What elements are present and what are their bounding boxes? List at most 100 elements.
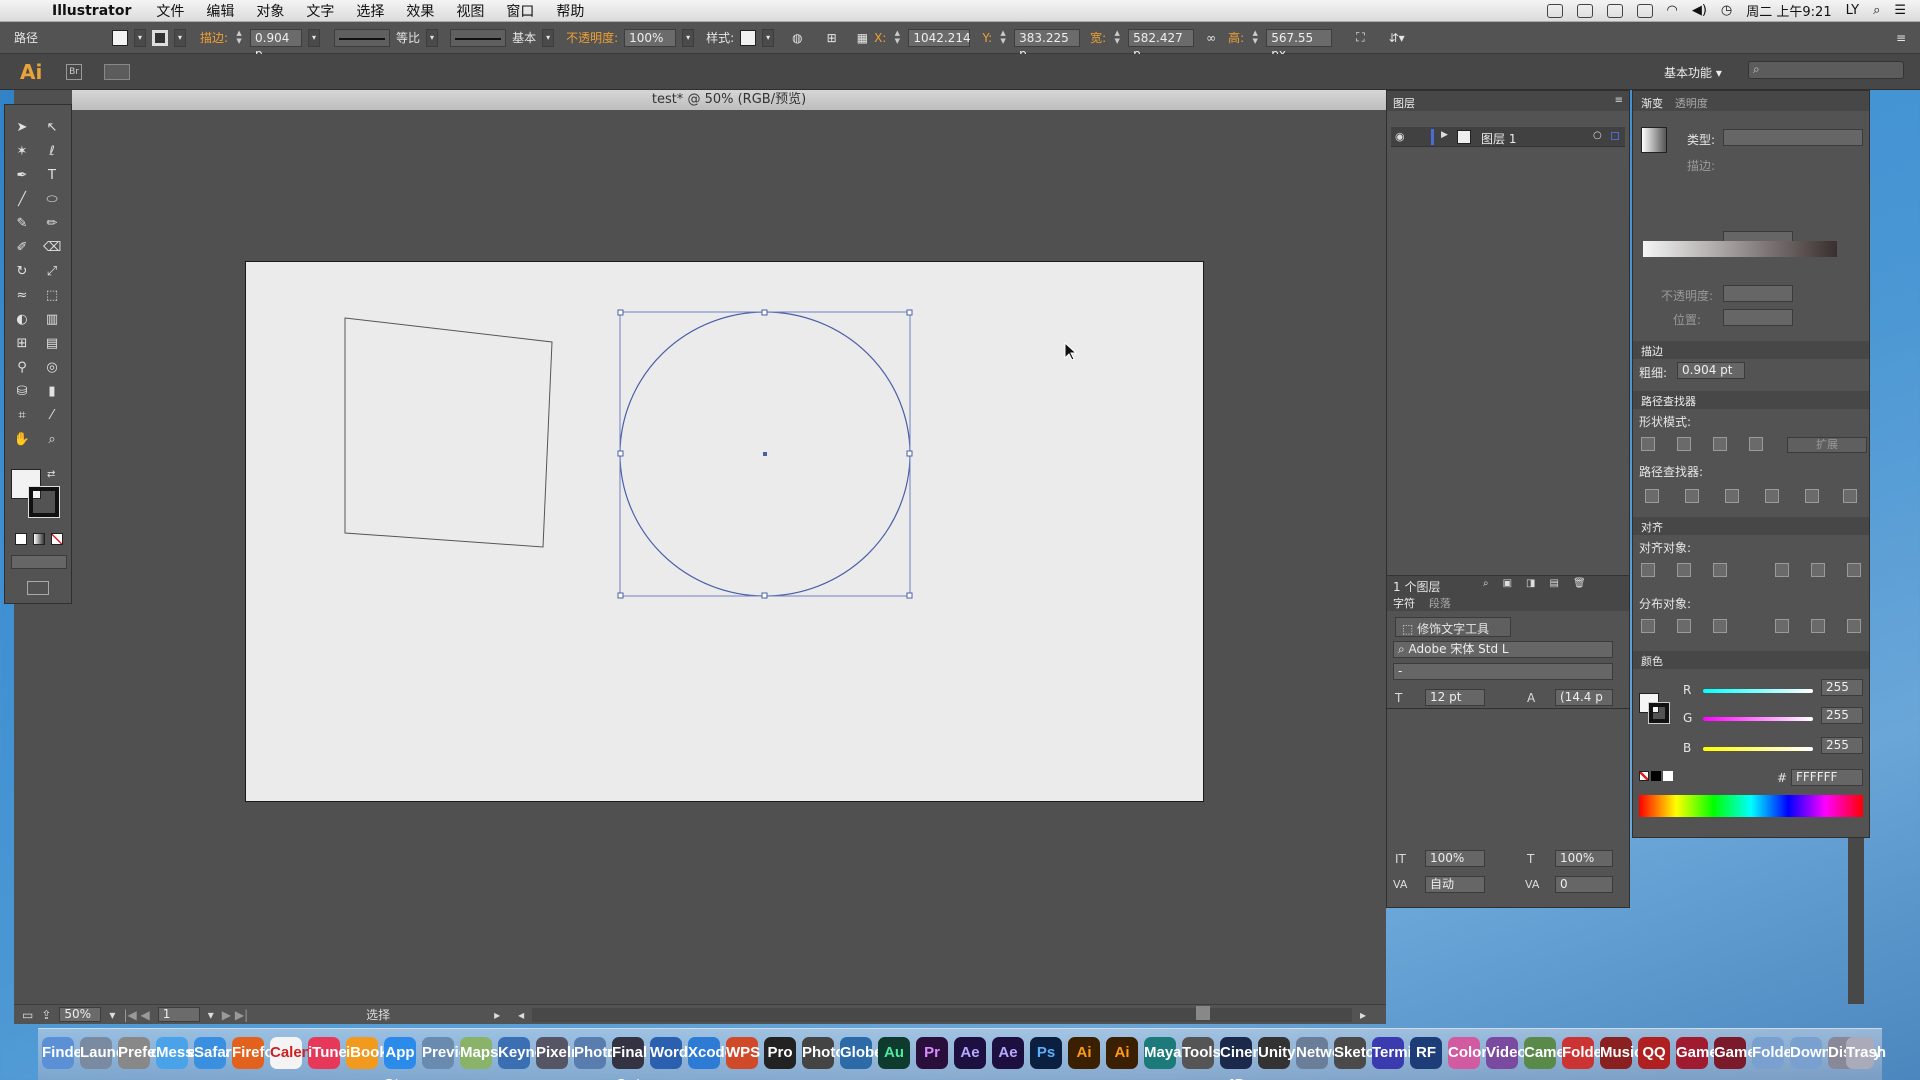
- font-style-field[interactable]: -: [1393, 663, 1613, 680]
- dock-illustrator-2-icon[interactable]: Ai: [1106, 1037, 1138, 1069]
- document-title[interactable]: test* @ 50% (RGB/预览): [72, 90, 1386, 110]
- align-vcenter-button[interactable]: [1811, 563, 1825, 577]
- screen-mode-button[interactable]: [27, 581, 49, 595]
- dock-finalcut-icon[interactable]: Final Cut: [612, 1037, 647, 1080]
- free-transform-tool[interactable]: ⬚: [43, 287, 61, 305]
- dock-word-icon[interactable]: Word: [650, 1037, 688, 1069]
- tab-align[interactable]: 对齐: [1641, 521, 1663, 534]
- none-mode-button[interactable]: [51, 533, 63, 545]
- graphic-style-swatch[interactable]: [740, 29, 757, 46]
- visibility-eye-icon[interactable]: ◉: [1395, 130, 1405, 143]
- r-slider[interactable]: [1703, 689, 1813, 693]
- gradient-position-field[interactable]: [1723, 309, 1793, 326]
- crop-button[interactable]: [1765, 489, 1779, 503]
- width-input[interactable]: 582.427 p: [1128, 28, 1195, 61]
- camera-icon[interactable]: [1546, 3, 1563, 18]
- align-bottom-button[interactable]: [1847, 563, 1861, 577]
- dock-illustrator-icon[interactable]: Ai: [1068, 1037, 1100, 1069]
- expand-button[interactable]: 扩展: [1787, 437, 1867, 453]
- distribute-hcenter-button[interactable]: [1811, 619, 1825, 633]
- outline-button[interactable]: [1805, 489, 1819, 503]
- minus-front-button[interactable]: [1677, 437, 1691, 451]
- layer-name[interactable]: 图层 1: [1481, 130, 1516, 147]
- dock-globe-icon[interactable]: Globe: [840, 1037, 883, 1069]
- y-input[interactable]: 383.225 p: [1014, 28, 1081, 61]
- minus-back-button[interactable]: [1843, 489, 1857, 503]
- unite-button[interactable]: [1641, 437, 1655, 451]
- dock-terminal-icon[interactable]: Terminal: [1372, 1037, 1433, 1069]
- help-search-input[interactable]: ⌕: [1748, 61, 1904, 79]
- tab-gradient[interactable]: 渐变: [1641, 97, 1663, 110]
- dock-preview-icon[interactable]: Preview: [422, 1037, 479, 1069]
- dock-finder-icon[interactable]: Finder: [42, 1037, 88, 1069]
- artboard-dropdown[interactable]: ▾: [208, 1008, 214, 1022]
- handle-left[interactable]: [617, 450, 624, 457]
- align-right-button[interactable]: [1713, 563, 1727, 577]
- color-mode-button[interactable]: [15, 533, 27, 545]
- first-artboard-icon[interactable]: |◀ ◀: [123, 1008, 149, 1022]
- layer-row[interactable]: ◉ ▶ 图层 1 ○: [1391, 127, 1625, 147]
- touch-type-button[interactable]: ⬚ 修饰文字工具: [1395, 617, 1511, 637]
- black-swatch[interactable]: [1651, 771, 1661, 781]
- time-machine-icon[interactable]: ◷: [1721, 3, 1732, 18]
- color-spectrum[interactable]: [1639, 795, 1863, 817]
- height-label[interactable]: 高:: [1228, 29, 1244, 46]
- dock-wps-icon[interactable]: WPS: [726, 1037, 760, 1069]
- menu-effect[interactable]: 效果: [406, 1, 434, 21]
- gradient-type-dropdown[interactable]: [1723, 129, 1863, 146]
- arrange-documents-icon[interactable]: ⇵▾: [1389, 31, 1405, 45]
- tab-paragraph[interactable]: 段落: [1429, 597, 1451, 610]
- stroke-weight-field[interactable]: 0.904 pt: [1677, 362, 1745, 379]
- panel-menu-icon[interactable]: ≡: [1615, 95, 1623, 106]
- expand-layer-icon[interactable]: ▶: [1441, 130, 1448, 140]
- bridge-button[interactable]: Br: [66, 64, 82, 80]
- dock-folder-icon[interactable]: Folder: [1562, 1037, 1608, 1069]
- selection-tool[interactable]: ➤: [13, 119, 31, 137]
- menu-file[interactable]: 文件: [156, 1, 184, 21]
- microphone-icon[interactable]: [1576, 3, 1593, 18]
- distribute-right-button[interactable]: [1847, 619, 1861, 633]
- sync-icon[interactable]: [1606, 3, 1623, 18]
- wifi-icon[interactable]: ◠: [1667, 3, 1678, 18]
- fill-swatch[interactable]: [112, 29, 128, 46]
- y-label[interactable]: Y:: [982, 31, 992, 45]
- isolate-icon[interactable]: ⛶: [1356, 30, 1364, 45]
- dock-trash-icon[interactable]: Trash: [1846, 1037, 1886, 1069]
- column-graph-tool[interactable]: ▮: [43, 383, 61, 401]
- dock-aftereffects-2-icon[interactable]: Ae: [992, 1037, 1024, 1069]
- stroke-weight-dropdown[interactable]: ▾: [308, 28, 321, 47]
- line-tool[interactable]: ╱: [13, 191, 31, 209]
- merge-button[interactable]: [1725, 489, 1739, 503]
- drawing-modes[interactable]: [11, 555, 67, 569]
- horizontal-scroll-thumb[interactable]: [1196, 1006, 1210, 1020]
- r-input[interactable]: 255: [1821, 679, 1863, 696]
- scale-tool[interactable]: ⤢: [43, 263, 61, 281]
- distribute-left-button[interactable]: [1775, 619, 1789, 633]
- share-icon[interactable]: ⇪: [41, 1008, 51, 1022]
- paintbrush-tool[interactable]: ✎: [13, 215, 31, 233]
- pencil-tool[interactable]: ✏: [43, 215, 61, 233]
- stroke-dropdown[interactable]: ▾: [174, 28, 186, 47]
- tab-pathfinder[interactable]: 路径查找器: [1641, 395, 1696, 408]
- style-dropdown[interactable]: ▾: [762, 28, 775, 47]
- leading-input[interactable]: (14.4 p: [1555, 689, 1613, 706]
- volume-icon[interactable]: ◀): [1692, 3, 1707, 18]
- magic-wand-tool[interactable]: ✶: [13, 143, 31, 161]
- handle-bottom-right[interactable]: [906, 592, 913, 599]
- variable-width-profile[interactable]: [334, 28, 391, 47]
- gradient-mode-button[interactable]: [33, 533, 45, 545]
- dock-calendar-icon[interactable]: Calendar: [270, 1037, 334, 1069]
- none-swatch-icon[interactable]: [1639, 771, 1649, 781]
- dock-photo-icon[interactable]: Photo: [802, 1037, 845, 1069]
- blend-tool[interactable]: ◎: [43, 359, 61, 377]
- dock-photos-icon[interactable]: Photos: [574, 1037, 625, 1069]
- dock-safari-icon[interactable]: Safari: [194, 1037, 236, 1069]
- brush-dropdown[interactable]: ▾: [542, 28, 555, 47]
- handle-top[interactable]: [761, 309, 768, 316]
- clock[interactable]: 周二 上午9:21: [1746, 1, 1831, 20]
- constrain-proportions-icon[interactable]: ∞: [1206, 31, 1216, 45]
- align-top-button[interactable]: [1775, 563, 1789, 577]
- tab-layers[interactable]: 图层: [1393, 97, 1415, 110]
- divide-button[interactable]: [1645, 489, 1659, 503]
- dock-photoshop-icon[interactable]: Ps: [1030, 1037, 1062, 1069]
